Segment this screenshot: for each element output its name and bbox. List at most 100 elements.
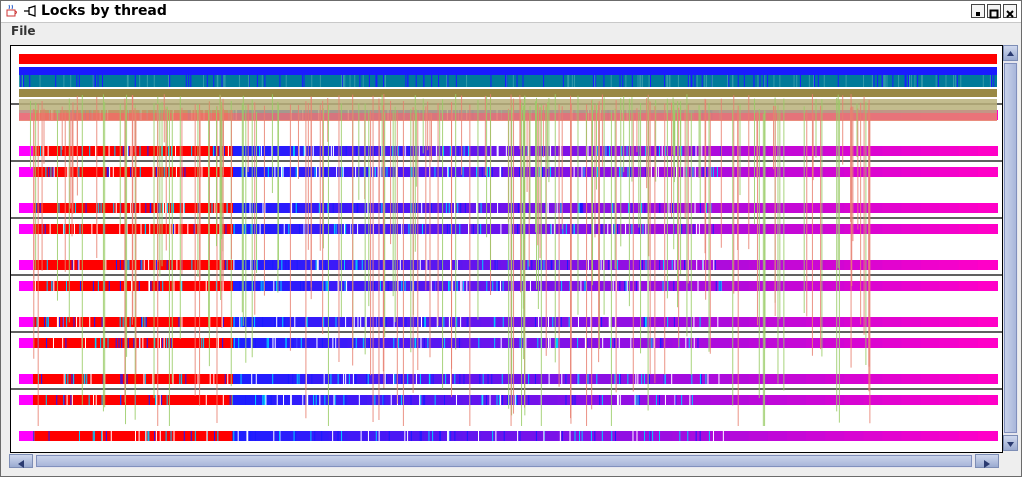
title-bar[interactable]: Locks by thread	[1, 1, 1021, 23]
lock-tick	[110, 431, 112, 441]
lock-tick	[217, 338, 219, 348]
vertical-scrollbar[interactable]	[1003, 45, 1018, 451]
summary-tick	[706, 75, 708, 87]
lock-tick	[46, 281, 48, 291]
lock-tick	[183, 203, 185, 213]
maximize-button[interactable]	[987, 4, 1001, 19]
lock-segment	[958, 281, 979, 291]
lock-tick	[176, 260, 178, 270]
summary-tick	[375, 75, 377, 87]
summary-tick	[696, 75, 698, 87]
lock-tick	[206, 431, 208, 441]
lock-tick	[421, 203, 423, 213]
lock-tick	[254, 338, 256, 348]
lock-segment	[977, 146, 998, 156]
lock-tick	[560, 146, 562, 156]
lock-segment	[920, 281, 941, 291]
lock-tick	[353, 203, 355, 213]
minimize-button[interactable]	[971, 4, 985, 18]
lock-tick	[148, 431, 150, 441]
lock-tick	[499, 167, 501, 177]
lock-segment	[882, 281, 903, 291]
lock-segment	[977, 338, 998, 348]
lock-tick	[167, 203, 169, 213]
lock-tick	[358, 395, 360, 405]
lock-tick	[590, 431, 592, 441]
lock-tick	[152, 374, 154, 384]
lock-tick	[373, 146, 375, 156]
scroll-right-button[interactable]	[975, 454, 999, 468]
horizontal-scroll-thumb[interactable]	[36, 455, 972, 467]
lock-tick	[226, 260, 228, 270]
lock-segment	[252, 374, 273, 384]
lock-segment	[901, 431, 922, 441]
lock-tick	[495, 431, 497, 441]
menu-file[interactable]: File	[11, 23, 36, 40]
lock-segment	[500, 260, 521, 270]
lock-tick	[53, 167, 55, 177]
lock-segment	[806, 395, 827, 405]
lock-tick	[341, 431, 343, 441]
lock-tick	[147, 431, 149, 441]
lock-tick	[459, 338, 461, 348]
lock-segment	[443, 167, 464, 177]
lock-tick	[119, 224, 121, 234]
horizontal-scrollbar[interactable]	[9, 454, 999, 468]
lock-tick	[274, 317, 276, 327]
lock-segment	[748, 374, 769, 384]
lock-timeline-panel[interactable]	[10, 45, 1003, 453]
summary-tick	[466, 75, 468, 87]
lock-tick	[238, 338, 240, 348]
scroll-left-button[interactable]	[9, 454, 33, 468]
summary-tick	[808, 75, 810, 87]
lock-tick	[335, 317, 337, 327]
lock-segment	[901, 224, 922, 234]
summary-tick	[185, 75, 187, 87]
close-button[interactable]	[1003, 4, 1017, 18]
lock-tick	[700, 374, 702, 384]
lock-tick	[120, 374, 122, 384]
lock-tick	[51, 281, 53, 291]
lock-tick	[447, 167, 449, 177]
vertical-scroll-thumb[interactable]	[1004, 63, 1017, 433]
lock-tick	[500, 338, 502, 348]
lock-tick	[635, 281, 637, 291]
lock-tick	[304, 146, 306, 156]
lock-tick	[343, 374, 345, 384]
lock-segment	[634, 260, 655, 270]
lock-tick	[487, 374, 489, 384]
lock-tick	[547, 317, 549, 327]
lock-tick	[630, 338, 632, 348]
lock-segment	[634, 224, 655, 234]
lock-tick	[692, 167, 694, 177]
lock-segment	[481, 395, 502, 405]
lock-tick	[478, 224, 480, 234]
lock-tick	[332, 431, 334, 441]
lock-tick	[274, 167, 276, 177]
lock-tick	[696, 260, 698, 270]
scroll-down-button[interactable]	[1003, 435, 1018, 451]
lock-segment	[385, 374, 406, 384]
lock-tick	[120, 395, 122, 405]
lock-segment	[290, 374, 311, 384]
lock-tick	[496, 281, 498, 291]
lock-tick	[397, 146, 399, 156]
lock-segment	[882, 260, 903, 270]
lock-tick	[285, 338, 287, 348]
lock-tick	[127, 146, 129, 156]
lock-segment	[786, 374, 807, 384]
lock-segment	[385, 167, 406, 177]
lock-tick	[543, 431, 545, 441]
lock-tick	[494, 338, 496, 348]
lock-segment	[19, 431, 33, 441]
lock-tick	[366, 374, 368, 384]
lock-tick	[140, 317, 142, 327]
summary-tick	[95, 75, 97, 87]
pin-icon[interactable]	[23, 4, 37, 18]
lock-tick	[601, 395, 603, 405]
lock-tick	[419, 260, 421, 270]
summary-tick	[202, 75, 204, 87]
lock-tick	[288, 224, 290, 234]
lock-tick	[374, 395, 376, 405]
scroll-up-button[interactable]	[1003, 45, 1018, 61]
